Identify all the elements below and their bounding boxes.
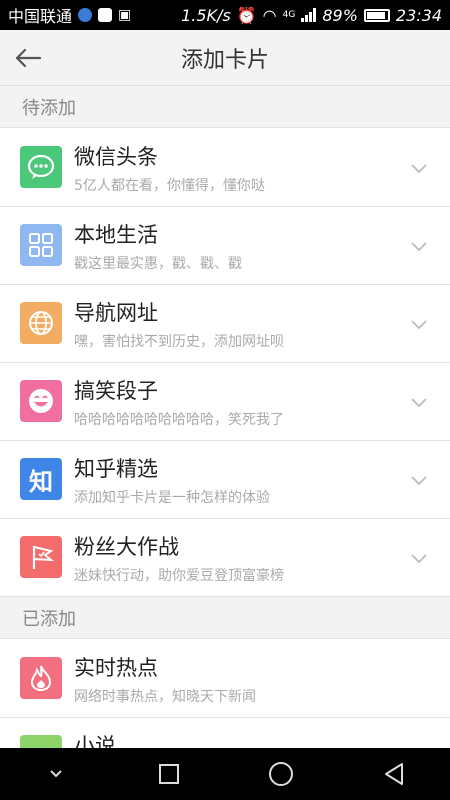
card-name: 导航网址 — [74, 301, 158, 325]
card-desc: 迷妹快行动，助你爱豆登顶富豪榜 — [74, 568, 284, 584]
status-bar: 中国联通 ▣ 1.5K/s ⏰ ◠ 4G 89% 23:34 — [0, 0, 450, 30]
card-desc: 嘿，害怕找不到历史，添加网址呗 — [74, 334, 284, 350]
clock: 23:34 — [395, 5, 442, 25]
card-desc: 戳这里最实惠，戳、戳、戳 — [74, 256, 242, 272]
card-name: 知乎精选 — [74, 457, 158, 481]
carrier-label: 中国联通 — [8, 7, 73, 26]
message-icon — [98, 8, 113, 22]
card-desc: 哈哈哈哈哈哈哈哈哈哈，笑死我了 — [74, 412, 284, 428]
wifi-icon: ◠ — [262, 5, 277, 25]
globe-icon — [20, 302, 62, 344]
card-item-hot-news[interactable]: 实时热点 网络时事热点，知晓天下新闻 — [0, 640, 450, 718]
chevron-down-icon[interactable] — [410, 159, 428, 177]
card-name: 搞笑段子 — [74, 379, 158, 403]
triangle-back-icon — [384, 763, 403, 785]
circle-icon — [269, 762, 294, 786]
nav-back-button[interactable] — [364, 754, 424, 794]
section-added: 已添加 — [0, 597, 450, 639]
alarm-icon: ⏰ — [236, 5, 257, 25]
card-item-local-life[interactable]: 本地生活 戳这里最实惠，戳、戳、戳 — [0, 207, 450, 285]
notification-icon: ▣ — [118, 7, 132, 23]
network-type: 4G — [282, 10, 296, 20]
card-item-jokes[interactable]: 搞笑段子 哈哈哈哈哈哈哈哈哈哈，笑死我了 — [0, 363, 450, 441]
smile-icon — [20, 380, 62, 422]
nav-hide-button[interactable] — [26, 754, 86, 794]
title-bar: 添加卡片 — [0, 30, 450, 86]
back-button[interactable] — [12, 42, 44, 74]
flag-icon — [20, 536, 62, 578]
system-nav-bar — [0, 748, 450, 800]
wechat-icon — [20, 146, 62, 188]
nav-home-button[interactable] — [251, 754, 311, 794]
chevron-down-icon — [50, 770, 62, 778]
grid-icon — [20, 224, 62, 266]
zhihu-icon: 知 — [20, 458, 62, 500]
chevron-down-icon[interactable] — [410, 549, 428, 567]
chevron-down-icon[interactable] — [410, 237, 428, 255]
page-title: 添加卡片 — [180, 47, 269, 73]
card-name: 本地生活 — [74, 223, 158, 247]
section-label: 已添加 — [22, 608, 76, 630]
card-desc: 添加知乎卡片是一种怎样的体验 — [74, 490, 270, 506]
card-item-fans[interactable]: 粉丝大作战 迷妹快行动，助你爱豆登顶富豪榜 — [0, 519, 450, 597]
card-item-navigation[interactable]: 导航网址 嘿，害怕找不到历史，添加网址呗 — [0, 285, 450, 363]
globe-icon — [78, 8, 93, 22]
card-name: 粉丝大作战 — [74, 535, 179, 559]
card-desc: 网络时事热点，知晓天下新闻 — [74, 689, 256, 705]
battery-percent: 89% — [322, 5, 358, 25]
chevron-down-icon[interactable] — [410, 471, 428, 489]
chevron-down-icon[interactable] — [410, 315, 428, 333]
section-pending: 待添加 — [0, 86, 450, 128]
card-item-zhihu[interactable]: 知 知乎精选 添加知乎卡片是一种怎样的体验 — [0, 441, 450, 519]
flame-icon — [20, 657, 62, 699]
network-speed: 1.5K/s — [181, 5, 231, 25]
card-name: 实时热点 — [74, 656, 158, 680]
back-arrow-icon — [15, 48, 42, 68]
nav-recents-button[interactable] — [139, 754, 199, 794]
card-name: 微信头条 — [74, 145, 158, 169]
battery-icon — [363, 8, 390, 22]
chevron-down-icon[interactable] — [410, 393, 428, 411]
square-icon — [158, 764, 179, 784]
section-label: 待添加 — [22, 97, 76, 119]
card-item-wechat[interactable]: 微信头条 5亿人都在看，你懂得，懂你哒 — [0, 129, 450, 207]
signal-icon — [301, 8, 317, 22]
card-desc: 5亿人都在看，你懂得，懂你哒 — [74, 178, 265, 194]
